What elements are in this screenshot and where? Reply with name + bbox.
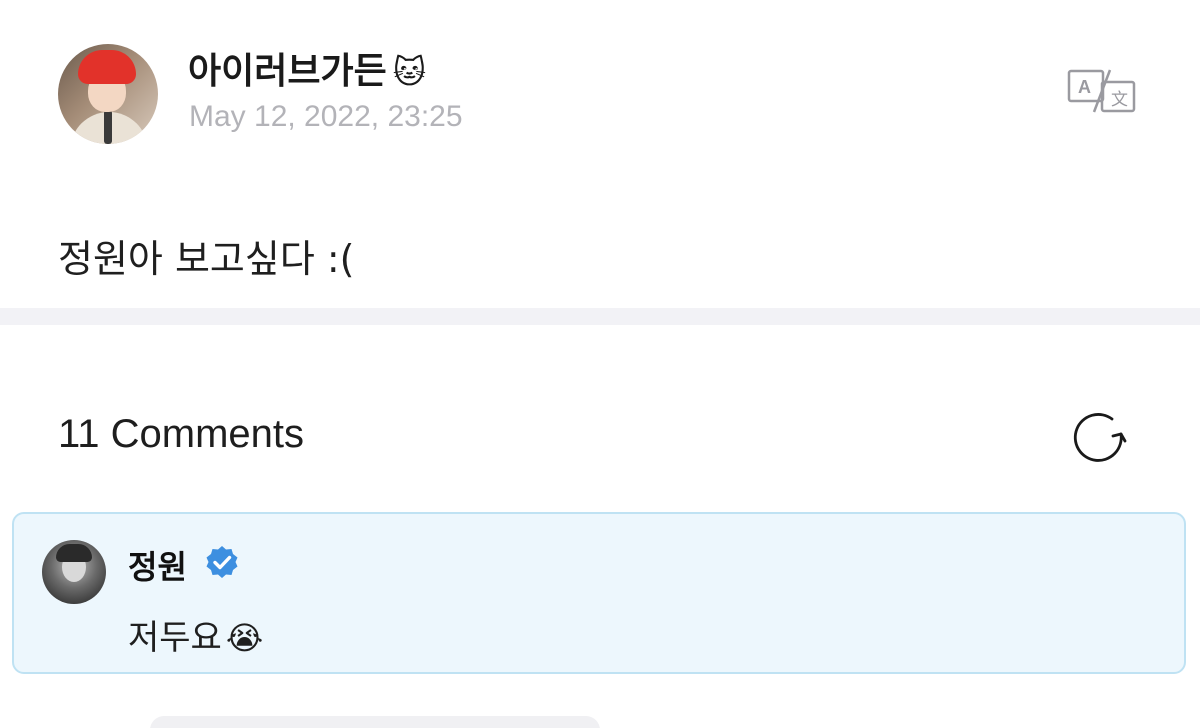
comment-body-text: 저두요 😭	[128, 610, 263, 659]
comment-author-name[interactable]: 정원	[128, 542, 187, 588]
avatar-hair	[78, 50, 136, 84]
post-detail-page: 아이러브가든 🐱 May 12, 2022, 23:25 A 文 정원아 보고싶다…	[0, 0, 1200, 728]
svg-text:文: 文	[1111, 90, 1128, 110]
translate-button[interactable]: A 文	[1066, 68, 1138, 114]
author-avatar[interactable]	[58, 44, 158, 144]
svg-text:A: A	[1078, 77, 1091, 97]
crying-face-icon: 😭	[225, 619, 264, 657]
section-divider	[0, 308, 1200, 325]
avatar-lanyard	[104, 110, 112, 144]
comment-author-avatar[interactable]	[42, 540, 106, 604]
comment-text-label: 저두요	[128, 618, 222, 658]
post-author-label: 아이러브가든	[188, 51, 387, 92]
verified-badge-icon	[206, 546, 238, 578]
refresh-icon	[1073, 413, 1127, 462]
translate-icon: A 文	[1067, 69, 1136, 113]
comments-count-label: 11 Comments	[58, 412, 305, 456]
post-author-name[interactable]: 아이러브가든 🐱	[188, 42, 426, 94]
cat-face-icon: 🐱	[392, 53, 427, 91]
comment-item-highlighted[interactable]: 정원 저두요 😭	[12, 512, 1186, 674]
refresh-comments-button[interactable]	[1072, 410, 1130, 466]
next-comment-preview	[150, 716, 600, 728]
post-timestamp: May 12, 2022, 23:25	[189, 100, 463, 133]
avatar-hair	[56, 544, 92, 562]
post-body-text: 정원아 보고싶다 :(	[58, 237, 355, 281]
